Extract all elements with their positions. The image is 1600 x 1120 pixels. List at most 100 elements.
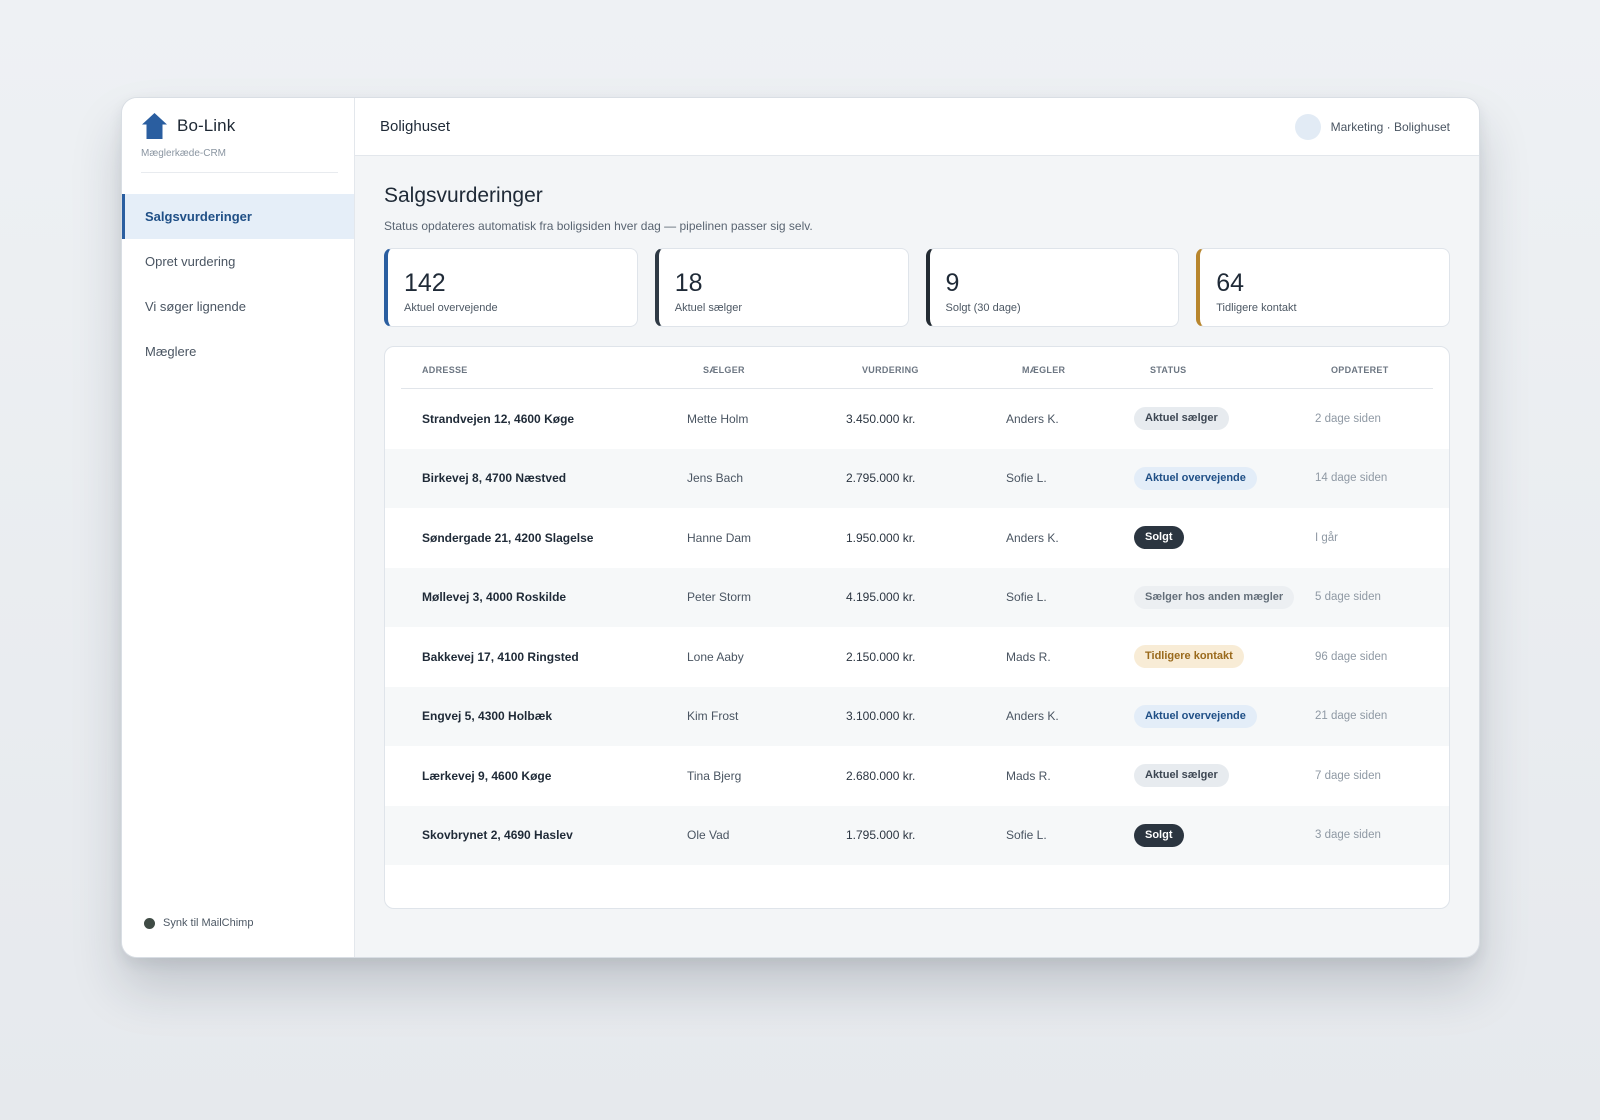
avatar[interactable] (1294, 113, 1321, 140)
sidebar: Bo-Link Mæglerkæde-CRM Salgsvurderinger … (122, 98, 355, 957)
cell-address: Engvej 5, 4300 Holbæk (422, 709, 553, 724)
cell-broker: Anders K. (1006, 709, 1059, 724)
cell-valuation: 2.795.000 kr. (846, 471, 916, 486)
cell-seller: Lone Aaby (687, 649, 744, 664)
stat-card-aktuel-saelger[interactable]: 18 Aktuel sælger (654, 248, 909, 327)
brand: Bo-Link Mæglerkæde-CRM (122, 98, 354, 172)
valuations-table: ADRESSE SÆLGER VURDERING MÆGLER STATUS O… (384, 346, 1450, 909)
stat-value: 9 (945, 269, 960, 297)
brand-name: Bo-Link (177, 116, 236, 135)
sync-status[interactable]: Synk til MailChimp (144, 917, 253, 929)
cell-broker: Mads R. (1006, 768, 1051, 783)
cell-address: Skovbrynet 2, 4690 Haslev (422, 828, 573, 843)
column-header-broker[interactable]: MÆGLER (1022, 365, 1150, 375)
app-window: Bo-Link Mæglerkæde-CRM Salgsvurderinger … (121, 97, 1480, 958)
stat-card-solgt[interactable]: 9 Solgt (30 dage) (925, 248, 1180, 327)
sync-label: Synk til MailChimp (163, 917, 254, 929)
column-header-updated[interactable]: OPDATERET (1331, 365, 1433, 375)
cell-address: Strandvejen 12, 4600 Køge (422, 411, 575, 426)
cell-seller: Jens Bach (687, 471, 744, 486)
cell-broker: Anders K. (1006, 411, 1059, 426)
table-row[interactable]: Engvej 5, 4300 Holbæk Kim Frost 3.100.00… (385, 686, 1449, 746)
sidebar-item-maeglere[interactable]: Mæglere (122, 329, 354, 374)
stat-value: 64 (1216, 269, 1245, 297)
status-badge: Aktuel overvejende (1134, 466, 1257, 490)
cell-valuation: 3.450.000 kr. (846, 411, 916, 426)
divider (141, 172, 338, 173)
stat-value: 142 (404, 269, 446, 297)
cell-seller: Ole Vad (687, 828, 730, 843)
cell-valuation: 1.950.000 kr. (846, 530, 916, 545)
cell-broker: Mads R. (1006, 649, 1051, 664)
user-label: Marketing · Bolighuset (1330, 119, 1450, 134)
table-row[interactable]: Søndergade 21, 4200 Slagelse Hanne Dam 1… (385, 508, 1449, 568)
cell-address: Møllevej 3, 4000 Roskilde (422, 590, 567, 605)
user-menu[interactable]: Marketing · Bolighuset (1294, 113, 1450, 140)
page-title: Salgsvurderinger (384, 184, 543, 207)
cell-valuation: 2.680.000 kr. (846, 768, 916, 783)
column-header-address[interactable]: ADRESSE (401, 365, 703, 375)
cell-updated: 3 dage siden (1315, 829, 1381, 842)
table-row[interactable]: Møllevej 3, 4000 Roskilde Peter Storm 4.… (385, 567, 1449, 627)
cell-address: Birkevej 8, 4700 Næstved (422, 471, 567, 486)
sidebar-item-opret-vurdering[interactable]: Opret vurdering (122, 239, 354, 284)
status-badge: Aktuel sælger (1134, 407, 1229, 431)
status-badge: Tidligere kontakt (1134, 645, 1244, 669)
status-badge: Solgt (1134, 526, 1184, 550)
status-badge: Sælger hos anden mægler (1134, 585, 1295, 609)
column-header-valuation[interactable]: VURDERING (862, 365, 1022, 375)
cell-valuation: 4.195.000 kr. (846, 590, 916, 605)
stat-label: Solgt (30 dage) (945, 302, 1021, 314)
cell-valuation: 2.150.000 kr. (846, 649, 916, 664)
stat-value: 18 (674, 269, 703, 297)
status-dot-icon (144, 917, 155, 929)
stat-card-aktuel-overvejende[interactable]: 142 Aktuel overvejende (384, 248, 638, 327)
cell-seller: Mette Holm (687, 411, 749, 426)
column-header-status[interactable]: STATUS (1150, 365, 1331, 375)
page-subtitle: Status opdateres automatisk fra boligsid… (384, 219, 813, 233)
office-title: Bolighuset (380, 118, 451, 135)
cell-broker: Sofie L. (1006, 828, 1047, 843)
cell-updated: 14 dage siden (1315, 472, 1388, 485)
cell-address: Bakkevej 17, 4100 Ringsted (422, 649, 579, 664)
table-row[interactable]: Lærkevej 9, 4600 Køge Tina Bjerg 2.680.0… (385, 746, 1449, 806)
table-row[interactable]: Skovbrynet 2, 4690 Haslev Ole Vad 1.795.… (385, 805, 1449, 865)
cell-address: Søndergade 21, 4200 Slagelse (422, 530, 594, 545)
content: Salgsvurderinger Status opdateres automa… (355, 156, 1479, 909)
stat-card-tidligere-kontakt[interactable]: 64 Tidligere kontakt (1196, 248, 1450, 327)
house-logo-icon (142, 113, 167, 139)
status-badge: Solgt (1134, 823, 1184, 847)
table-row[interactable]: Birkevej 8, 4700 Næstved Jens Bach 2.795… (385, 448, 1449, 508)
table-header: ADRESSE SÆLGER VURDERING MÆGLER STATUS O… (401, 347, 1433, 389)
cell-broker: Sofie L. (1006, 590, 1047, 605)
topbar: Bolighuset Marketing · Bolighuset (355, 98, 1479, 156)
column-header-seller[interactable]: SÆLGER (703, 365, 862, 375)
cell-updated: 2 dage siden (1315, 412, 1381, 425)
stat-label: Aktuel overvejende (404, 302, 498, 314)
cell-seller: Tina Bjerg (687, 768, 742, 783)
cell-address: Lærkevej 9, 4600 Køge (422, 768, 552, 783)
cell-seller: Kim Frost (687, 709, 739, 724)
table-row[interactable]: Strandvejen 12, 4600 Køge Mette Holm 3.4… (385, 389, 1449, 449)
sidebar-nav: Salgsvurderinger Opret vurdering Vi søge… (122, 194, 354, 374)
stat-cards: 142 Aktuel overvejende 18 Aktuel sælger … (384, 248, 1450, 327)
table-row[interactable]: Bakkevej 17, 4100 Ringsted Lone Aaby 2.1… (385, 627, 1449, 687)
stat-label: Aktuel sælger (674, 302, 743, 314)
cell-updated: I går (1315, 531, 1339, 544)
cell-broker: Anders K. (1006, 530, 1059, 545)
cell-seller: Hanne Dam (687, 530, 752, 545)
main-area: Bolighuset Marketing · Bolighuset Salgsv… (355, 98, 1479, 957)
sidebar-item-salgsvurderinger[interactable]: Salgsvurderinger (122, 194, 354, 239)
status-badge: Aktuel overvejende (1134, 704, 1257, 728)
cell-valuation: 1.795.000 kr. (846, 828, 916, 843)
cell-updated: 5 dage siden (1315, 591, 1381, 604)
cell-valuation: 3.100.000 kr. (846, 709, 916, 724)
stat-label: Tidligere kontakt (1216, 302, 1297, 314)
cell-updated: 7 dage siden (1315, 769, 1381, 782)
cell-broker: Sofie L. (1006, 471, 1047, 486)
cell-updated: 21 dage siden (1315, 710, 1388, 723)
cell-updated: 96 dage siden (1315, 650, 1388, 663)
cell-seller: Peter Storm (687, 590, 752, 605)
sidebar-item-vi-soeger-lignende[interactable]: Vi søger lignende (122, 284, 354, 329)
status-badge: Aktuel sælger (1134, 764, 1229, 788)
